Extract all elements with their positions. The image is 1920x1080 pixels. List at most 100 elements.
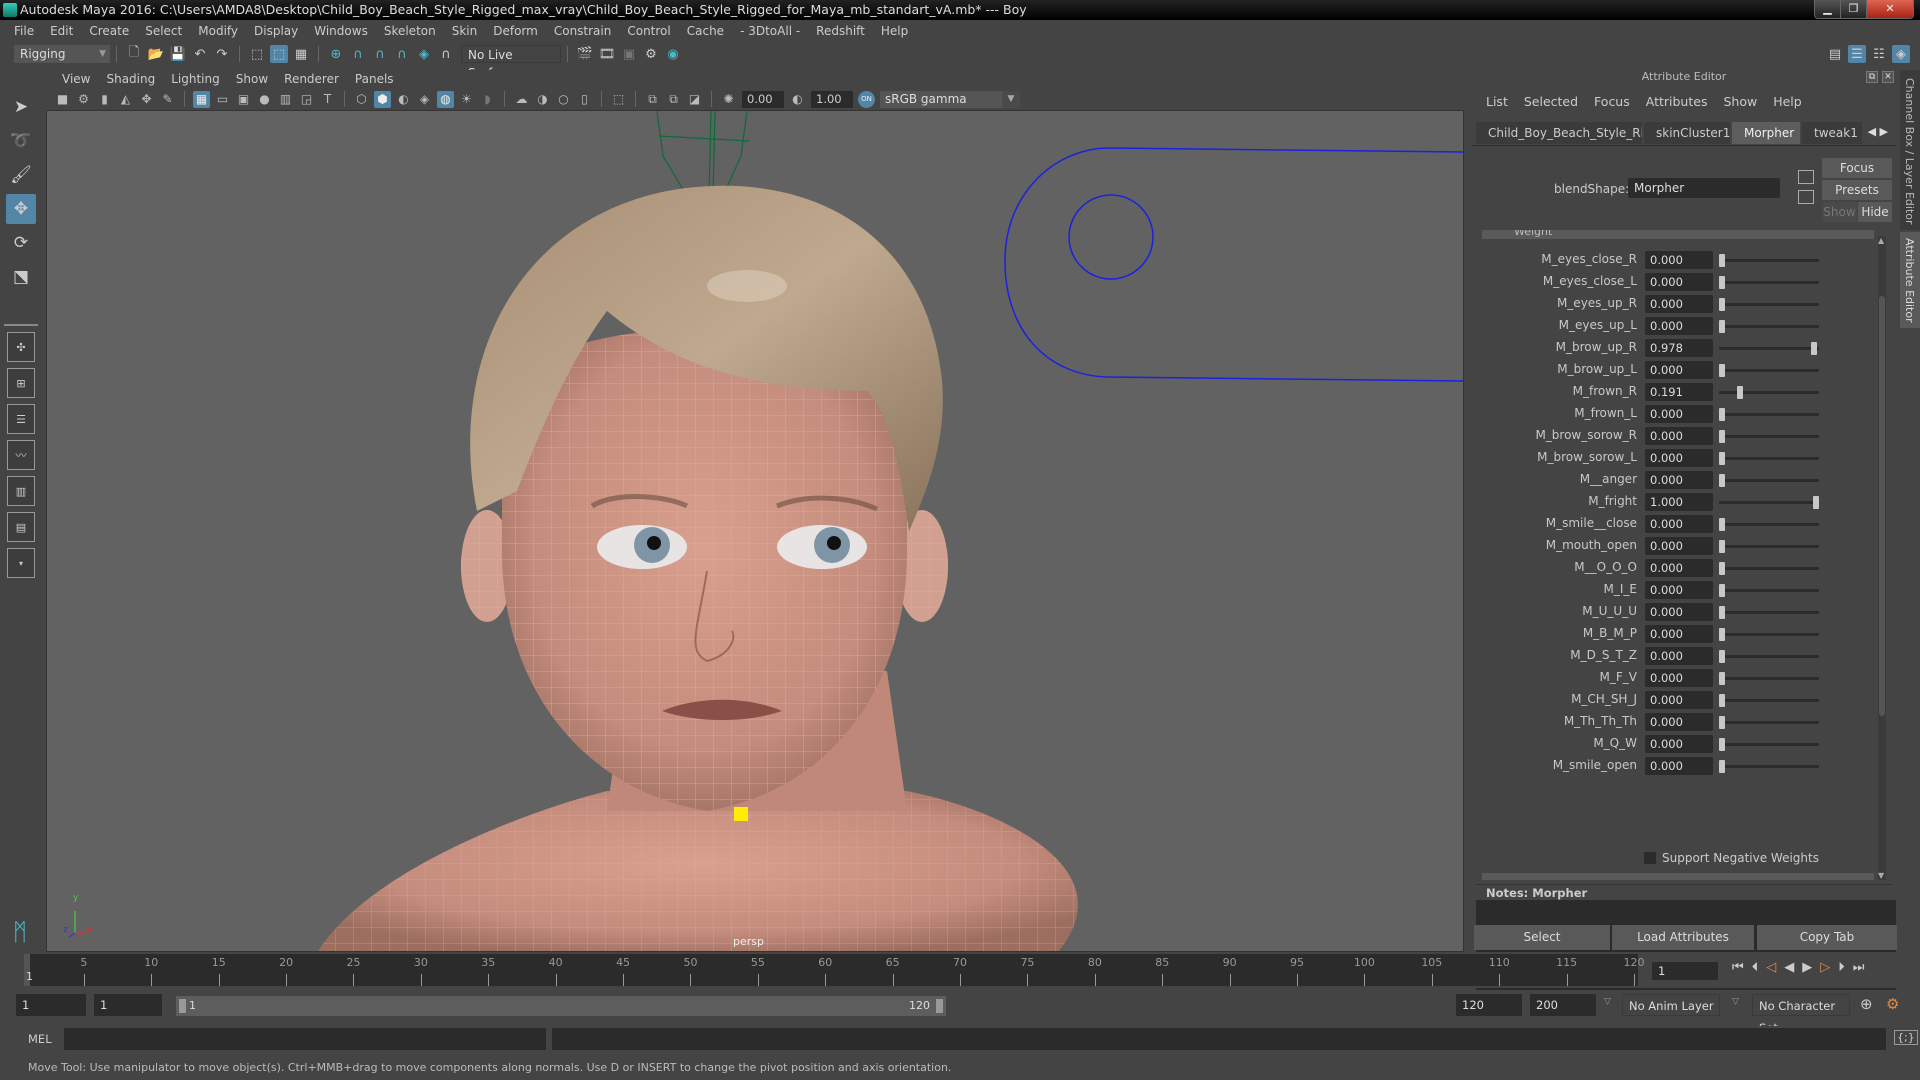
chevron-down-icon[interactable]: ▽ bbox=[1732, 997, 1739, 1007]
attribute-editor-side-tab[interactable]: Attribute Editor bbox=[1900, 232, 1920, 328]
film-gate-icon[interactable]: ▭ bbox=[214, 91, 231, 108]
menu-deform[interactable]: Deform bbox=[485, 24, 546, 38]
weight-slider[interactable] bbox=[1719, 457, 1819, 460]
motion-blur-icon[interactable]: ◑ bbox=[534, 91, 551, 108]
weight-slider[interactable] bbox=[1719, 413, 1819, 416]
image-plane-icon[interactable]: ◭ bbox=[117, 91, 134, 108]
blendshape-control-curve[interactable] bbox=[1004, 147, 1464, 382]
weight-slider-handle[interactable] bbox=[1719, 716, 1725, 729]
ae-menu-show[interactable]: Show bbox=[1715, 94, 1765, 109]
weight-value-field[interactable]: 0.000 bbox=[1645, 427, 1713, 445]
weight-slider-handle[interactable] bbox=[1719, 562, 1725, 575]
menu-select[interactable]: Select bbox=[137, 24, 190, 38]
weight-slider-handle[interactable] bbox=[1719, 650, 1725, 663]
weight-slider-handle[interactable] bbox=[1719, 474, 1725, 487]
gamma-field[interactable]: 1.00 bbox=[811, 90, 853, 108]
tab-child-boy-node[interactable]: Child_Boy_Beach_Style_Rigged bbox=[1476, 122, 1642, 144]
current-frame-field[interactable]: 1 bbox=[1652, 962, 1718, 980]
open-scene-icon[interactable]: 📂 bbox=[147, 45, 165, 63]
weight-value-field[interactable]: 0.000 bbox=[1645, 625, 1713, 643]
four-view-layout-icon[interactable]: ⊞ bbox=[7, 368, 35, 398]
weight-value-field[interactable]: 0.000 bbox=[1645, 361, 1713, 379]
weight-slider-handle[interactable] bbox=[1719, 452, 1725, 465]
weight-slider[interactable] bbox=[1719, 391, 1819, 394]
xray-active-icon[interactable]: ◪ bbox=[686, 91, 703, 108]
weight-value-field[interactable]: 0.000 bbox=[1645, 471, 1713, 489]
weight-slider-handle[interactable] bbox=[1719, 298, 1725, 311]
step-forward-key-icon[interactable]: ▷ bbox=[1820, 960, 1830, 975]
step-forward-frame-icon[interactable]: ⏵ bbox=[1838, 960, 1845, 975]
grid-icon[interactable]: ▦ bbox=[193, 90, 210, 108]
weight-value-field[interactable]: 0.000 bbox=[1645, 251, 1713, 269]
tab-skincluster1[interactable]: skinCluster1 bbox=[1644, 122, 1730, 144]
weight-slider[interactable] bbox=[1719, 633, 1819, 636]
weight-slider-handle[interactable] bbox=[1810, 342, 1817, 355]
camera-attributes-icon[interactable]: ⚙ bbox=[75, 91, 92, 108]
xray-icon[interactable]: ⧉ bbox=[644, 91, 661, 108]
weight-slider[interactable] bbox=[1719, 545, 1819, 548]
weight-slider[interactable] bbox=[1719, 347, 1819, 350]
camera-select-icon[interactable]: ■ bbox=[54, 91, 71, 108]
copy-tab-button[interactable]: Copy Tab bbox=[1757, 925, 1897, 950]
weight-slider-handle[interactable] bbox=[1719, 584, 1725, 597]
script-language-toggle[interactable]: MEL bbox=[28, 1032, 52, 1046]
command-input[interactable] bbox=[64, 1028, 546, 1050]
weight-value-field[interactable]: 0.000 bbox=[1645, 647, 1713, 665]
vp-menu-shading[interactable]: Shading bbox=[98, 72, 163, 86]
rotate-tool-icon[interactable]: ⟳ bbox=[6, 228, 36, 258]
weight-value-field[interactable]: 0.000 bbox=[1645, 295, 1713, 313]
wireframe-icon[interactable]: ⬡ bbox=[353, 91, 370, 108]
redo-icon[interactable]: ↷ bbox=[213, 45, 231, 63]
show-button[interactable]: Show bbox=[1822, 202, 1857, 222]
bookmark-icon[interactable]: ▮ bbox=[96, 91, 113, 108]
weight-value-field[interactable]: 0.000 bbox=[1645, 537, 1713, 555]
vp-menu-lighting[interactable]: Lighting bbox=[163, 72, 228, 86]
color-management-toggle-icon[interactable]: ON bbox=[858, 90, 875, 108]
vp-menu-show[interactable]: Show bbox=[228, 72, 276, 86]
weight-slider-handle[interactable] bbox=[1719, 628, 1725, 641]
weight-slider[interactable] bbox=[1719, 677, 1819, 680]
move-tool-icon[interactable]: ✥ bbox=[6, 194, 36, 224]
attribute-editor-toggle-icon[interactable]: ☰ bbox=[1848, 45, 1866, 63]
weight-slider-handle[interactable] bbox=[1719, 430, 1725, 443]
range-slider-bar[interactable]: 1 120 bbox=[176, 996, 946, 1016]
go-to-end-icon[interactable]: ⏭ bbox=[1853, 960, 1865, 975]
weight-slider-handle[interactable] bbox=[1813, 496, 1819, 509]
weight-slider-handle[interactable] bbox=[1719, 320, 1725, 333]
xray-joints-icon[interactable]: ⧉ bbox=[665, 91, 682, 108]
head-joint-control[interactable] bbox=[656, 111, 750, 197]
weight-value-field[interactable]: 0.000 bbox=[1645, 691, 1713, 709]
menu-constrain[interactable]: Constrain bbox=[546, 24, 620, 38]
close-panel-icon[interactable]: ✕ bbox=[1882, 71, 1894, 83]
ae-menu-focus[interactable]: Focus bbox=[1586, 94, 1638, 109]
isolate-select-icon[interactable]: ⬚ bbox=[610, 91, 627, 108]
undo-icon[interactable]: ↶ bbox=[191, 45, 209, 63]
tab-morpher[interactable]: Morpher bbox=[1732, 122, 1800, 144]
ae-menu-help[interactable]: Help bbox=[1765, 94, 1810, 109]
snap-grid-icon[interactable]: ⊕ bbox=[327, 45, 345, 63]
playback-start-field[interactable]: 1 bbox=[94, 994, 162, 1016]
ae-menu-list[interactable]: List bbox=[1478, 94, 1516, 109]
menuset-dropdown[interactable]: Rigging ▼ bbox=[14, 45, 110, 63]
focus-button[interactable]: Focus bbox=[1822, 158, 1892, 178]
weight-slider-handle[interactable] bbox=[1736, 386, 1743, 399]
default-material-icon[interactable]: ◐ bbox=[395, 91, 412, 108]
go-to-start-icon[interactable]: ⏮ bbox=[1732, 960, 1744, 975]
gate-mask-icon[interactable]: ● bbox=[256, 91, 273, 108]
weight-value-field[interactable]: 0.000 bbox=[1645, 713, 1713, 731]
presets-button[interactable]: Presets bbox=[1822, 180, 1892, 200]
input-connections-icon[interactable] bbox=[1798, 170, 1814, 184]
range-end-handle[interactable] bbox=[936, 999, 943, 1013]
ipr-render-icon[interactable]: ▣ bbox=[620, 45, 638, 63]
safe-title-icon[interactable]: T bbox=[319, 91, 336, 108]
weight-value-field[interactable]: 0.000 bbox=[1645, 735, 1713, 753]
hypershade-persp-layout-icon[interactable]: ▥ bbox=[7, 476, 35, 506]
weight-value-field[interactable]: 1.000 bbox=[1645, 493, 1713, 511]
menu-help[interactable]: Help bbox=[873, 24, 916, 38]
select-component-icon[interactable]: ▦ bbox=[292, 45, 310, 63]
weight-slider[interactable] bbox=[1719, 369, 1819, 372]
menu-skeleton[interactable]: Skeleton bbox=[376, 24, 444, 38]
render-frame-icon[interactable]: 🎞 bbox=[598, 45, 616, 63]
weight-value-field[interactable]: 0.000 bbox=[1645, 273, 1713, 291]
weight-value-field[interactable]: 0.191 bbox=[1645, 383, 1713, 401]
